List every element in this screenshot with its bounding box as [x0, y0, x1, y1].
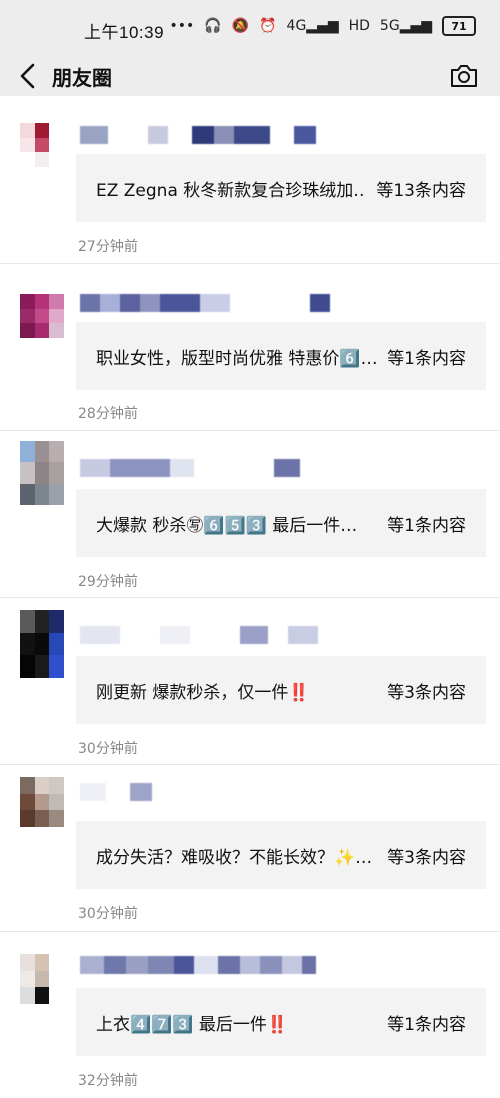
post-time: 32分钟前: [78, 1073, 138, 1089]
post-content-card[interactable]: 大爆款 秒杀㊢6️⃣5️⃣3️⃣ 最后一件… 等1条内容: [76, 489, 486, 557]
4g-signal-icon: 4G▂▄▆: [286, 18, 339, 34]
post-content-card[interactable]: EZ Zegna 秋冬新款复合珍珠绒加… 等13条内容: [76, 154, 486, 222]
post-count: 等3条内容: [387, 682, 466, 703]
avatar[interactable]: [20, 777, 64, 827]
dots-icon: •••: [169, 18, 195, 34]
username-blurred: [80, 459, 300, 477]
chevron-left-icon: [20, 63, 35, 89]
nav-bar: 朋友圈: [0, 56, 500, 96]
avatar[interactable]: [20, 294, 64, 338]
post-content-card[interactable]: 上衣4️⃣7️⃣3️⃣ 最后一件‼️ 等1条内容: [76, 988, 486, 1056]
username-blurred: [80, 783, 152, 801]
page-title: 朋友圈: [52, 66, 112, 90]
5g-signal-icon: 5G▂▄▆: [379, 18, 432, 34]
post-snippet: 上衣4️⃣7️⃣3️⃣ 最后一件‼️: [96, 1014, 289, 1035]
post-count: 等3条内容: [387, 847, 466, 868]
list-item[interactable]: 大爆款 秒杀㊢6️⃣5️⃣3️⃣ 最后一件… 等1条内容 29分钟前: [0, 431, 500, 598]
username-blurred: [80, 956, 316, 974]
hd-icon: HD: [348, 18, 370, 34]
list-item[interactable]: 职业女性，版型时尚优雅 特惠价6️⃣… 等1条内容 28分钟前: [0, 264, 500, 431]
post-time: 27分钟前: [78, 239, 138, 255]
list-item[interactable]: 成分失活？难吸收？不能长效？✨… 等3条内容 30分钟前: [0, 765, 500, 932]
moments-feed: EZ Zegna 秋冬新款复合珍珠绒加… 等13条内容 27分钟前 职业女性，版…: [0, 96, 500, 1098]
avatar[interactable]: [20, 123, 64, 167]
post-count: 等1条内容: [387, 348, 466, 369]
list-item[interactable]: 上衣4️⃣7️⃣3️⃣ 最后一件‼️ 等1条内容 32分钟前: [0, 932, 500, 1098]
mute-icon: 🔕: [231, 18, 250, 34]
back-icon[interactable]: [14, 56, 42, 96]
post-time: 28分钟前: [78, 406, 138, 422]
post-count: 等1条内容: [387, 515, 466, 536]
post-snippet: EZ Zegna 秋冬新款复合珍珠绒加…: [96, 180, 366, 201]
battery-indicator: 71: [442, 16, 476, 36]
status-icons: ••• 🎧 🔕 ⏰ 4G▂▄▆ HD 5G▂▄▆ 71: [169, 16, 476, 36]
list-item[interactable]: EZ Zegna 秋冬新款复合珍珠绒加… 等13条内容 27分钟前: [0, 96, 500, 264]
post-content-card[interactable]: 职业女性，版型时尚优雅 特惠价6️⃣… 等1条内容: [76, 322, 486, 390]
post-count: 等1条内容: [387, 1014, 466, 1035]
username-blurred: [80, 126, 316, 144]
camera-glyph: [451, 65, 477, 87]
post-snippet: 职业女性，版型时尚优雅 特惠价6️⃣…: [96, 348, 378, 369]
list-item[interactable]: 刚更新 爆款秒杀，仅一件‼️ 等3条内容 30分钟前: [0, 598, 500, 765]
username-blurred: [80, 294, 330, 312]
post-time: 30分钟前: [78, 906, 138, 922]
alarm-icon: ⏰: [259, 18, 277, 34]
post-count: 等13条内容: [376, 180, 466, 201]
post-snippet: 刚更新 爆款秒杀，仅一件‼️: [96, 682, 310, 703]
avatar[interactable]: [20, 441, 64, 505]
status-time: 上午10:39: [84, 23, 165, 42]
post-snippet: 大爆款 秒杀㊢6️⃣5️⃣3️⃣ 最后一件…: [96, 515, 358, 536]
post-time: 30分钟前: [78, 741, 138, 757]
avatar[interactable]: [20, 954, 64, 1004]
post-time: 29分钟前: [78, 574, 138, 590]
post-snippet: 成分失活？难吸收？不能长效？✨…: [96, 847, 373, 868]
username-blurred: [80, 626, 318, 644]
headphones-icon: 🎧: [204, 18, 222, 34]
camera-icon[interactable]: [448, 62, 480, 90]
avatar[interactable]: [20, 610, 64, 678]
post-content-card[interactable]: 刚更新 爆款秒杀，仅一件‼️ 等3条内容: [76, 656, 486, 724]
status-bar: 上午10:39 ••• 🎧 🔕 ⏰ 4G▂▄▆ HD 5G▂▄▆ 71: [0, 0, 500, 56]
post-content-card[interactable]: 成分失活？难吸收？不能长效？✨… 等3条内容: [76, 821, 486, 889]
